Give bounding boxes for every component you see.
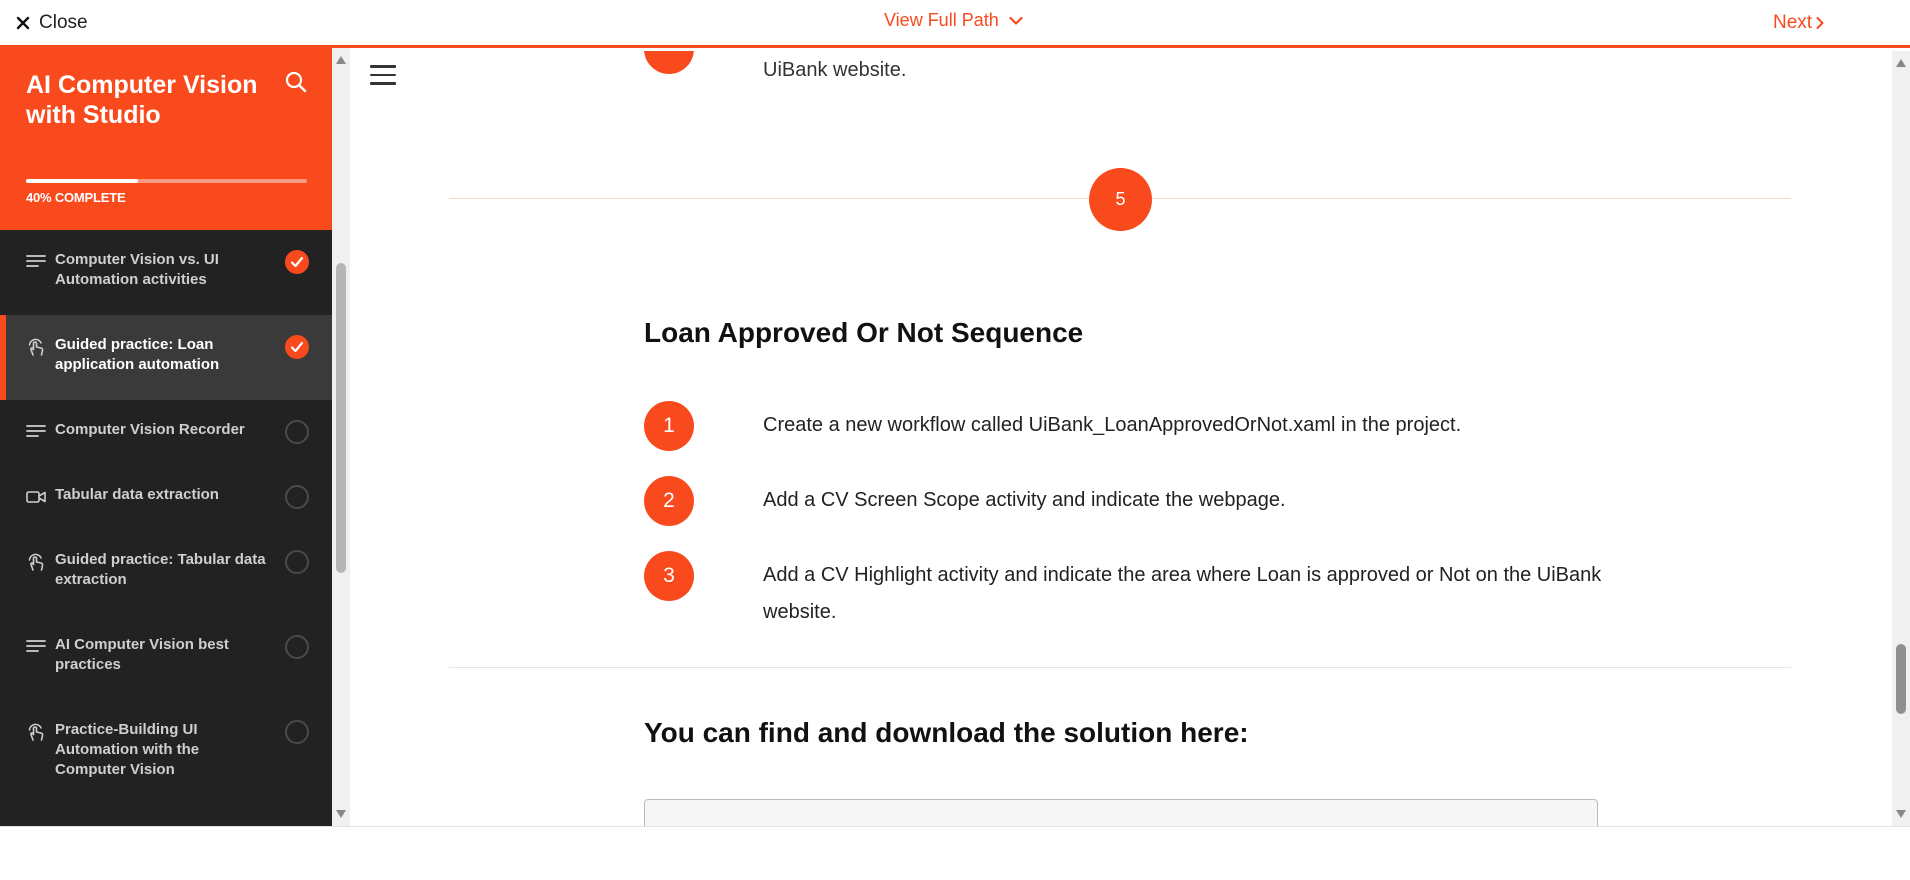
- progress-bar-fill: [26, 179, 139, 183]
- previous-step-number: [644, 51, 694, 74]
- lesson-content: UiBank website. 5 Loan Approved Or Not S…: [350, 51, 1892, 826]
- step-text: Add a CV Screen Scope activity and indic…: [763, 489, 1286, 511]
- close-label: Close: [39, 12, 88, 33]
- sidebar-item-label: Computer Vision vs. UI Automation activi…: [55, 251, 219, 288]
- lesson-viewer: Close View Full Path Next AI Computer Vi…: [0, 0, 1910, 880]
- step-item: 3 Add a CV Highlight activity and indica…: [644, 551, 1603, 631]
- scroll-up-arrow-icon[interactable]: [336, 56, 346, 64]
- course-sidebar: AI Computer Vision with Studio 40% COMPL…: [0, 48, 332, 826]
- sidebar-item-computer-vision-vs-ui-automation[interactable]: Computer Vision vs. UI Automation activi…: [0, 230, 332, 315]
- incomplete-circle-icon: [285, 485, 309, 509]
- chevron-right-icon: [1816, 17, 1824, 29]
- close-icon: [16, 16, 30, 30]
- incomplete-circle-icon: [285, 635, 309, 659]
- text-lines-icon: [26, 255, 46, 267]
- complete-check-icon: [285, 250, 309, 274]
- step-number: 1: [644, 401, 694, 451]
- sidebar-header: AI Computer Vision with Studio 40% COMPL…: [0, 48, 332, 230]
- section-heading: Loan Approved Or Not Sequence: [644, 317, 1084, 348]
- step-text: Create a new workflow called UiBank_Loan…: [763, 414, 1462, 436]
- incomplete-circle-icon: [285, 550, 309, 574]
- sidebar-item-label: Practice-Building UI Automation with the…: [55, 721, 200, 778]
- section-number-badge: 5: [1089, 168, 1152, 231]
- sidebar-scrollbar[interactable]: [332, 48, 350, 826]
- solution-file-box[interactable]: [644, 799, 1598, 826]
- sidebar-item-best-practices[interactable]: AI Computer Vision best practices: [0, 615, 332, 700]
- hand-touch-icon: [28, 553, 44, 571]
- step-number: 2: [644, 476, 694, 526]
- hand-touch-icon: [28, 338, 44, 356]
- next-label: Next: [1773, 12, 1813, 33]
- bottom-strip: [0, 826, 1910, 880]
- step-item: 1 Create a new workflow called UiBank_Lo…: [644, 401, 1603, 451]
- sidebar-item-label: Guided practice: Tabular data extraction: [55, 551, 266, 588]
- previous-step-text: UiBank website.: [763, 59, 907, 81]
- chevron-down-icon: [1009, 16, 1023, 25]
- next-button[interactable]: Next: [1773, 12, 1824, 34]
- menu-icon[interactable]: [370, 65, 396, 85]
- content-divider: [449, 667, 1791, 668]
- step-number: 3: [644, 551, 694, 601]
- incomplete-circle-icon: [285, 420, 309, 444]
- view-full-path-label: View Full Path: [884, 10, 999, 30]
- sidebar-item-practice-building-ui[interactable]: Practice-Building UI Automation with the…: [0, 700, 332, 805]
- scroll-up-arrow-icon[interactable]: [1896, 59, 1906, 67]
- scroll-down-arrow-icon[interactable]: [336, 810, 346, 818]
- sidebar-item-label: Guided practice: Loan application automa…: [55, 336, 220, 373]
- top-bar: Close View Full Path Next: [0, 0, 1910, 48]
- course-title: AI Computer Vision with Studio: [26, 71, 258, 129]
- text-lines-icon: [26, 640, 46, 652]
- sidebar-item-computer-vision-recorder[interactable]: Computer Vision Recorder: [0, 400, 332, 465]
- incomplete-circle-icon: [285, 720, 309, 744]
- content-scroll-thumb[interactable]: [1896, 644, 1906, 714]
- complete-check-icon: [285, 335, 309, 359]
- step-text: Add a CV Highlight activity and indicate…: [763, 564, 1602, 623]
- search-icon[interactable]: [284, 70, 308, 94]
- progress-bar: [26, 179, 307, 183]
- video-icon: [26, 491, 46, 503]
- close-button[interactable]: Close: [16, 12, 88, 34]
- sidebar-item-label: Tabular data extraction: [55, 486, 219, 503]
- step-item: 2 Add a CV Screen Scope activity and ind…: [644, 476, 1603, 526]
- view-full-path-button[interactable]: View Full Path: [884, 10, 1023, 31]
- progress-label: 40% COMPLETE: [26, 190, 126, 205]
- sidebar-item-guided-practice-loan[interactable]: Guided practice: Loan application automa…: [0, 315, 332, 400]
- sidebar-scroll-thumb[interactable]: [336, 263, 346, 573]
- sidebar-item-tabular-data-extraction[interactable]: Tabular data extraction: [0, 465, 332, 530]
- download-heading: You can find and download the solution h…: [644, 717, 1249, 748]
- text-lines-icon: [26, 425, 46, 437]
- sidebar-item-guided-practice-tabular[interactable]: Guided practice: Tabular data extraction: [0, 530, 332, 615]
- sidebar-item-label: AI Computer Vision best practices: [55, 636, 229, 673]
- content-scrollbar[interactable]: [1892, 51, 1910, 826]
- sidebar-item-label: Computer Vision Recorder: [55, 421, 245, 438]
- scroll-down-arrow-icon[interactable]: [1896, 810, 1906, 818]
- hand-touch-icon: [28, 723, 44, 741]
